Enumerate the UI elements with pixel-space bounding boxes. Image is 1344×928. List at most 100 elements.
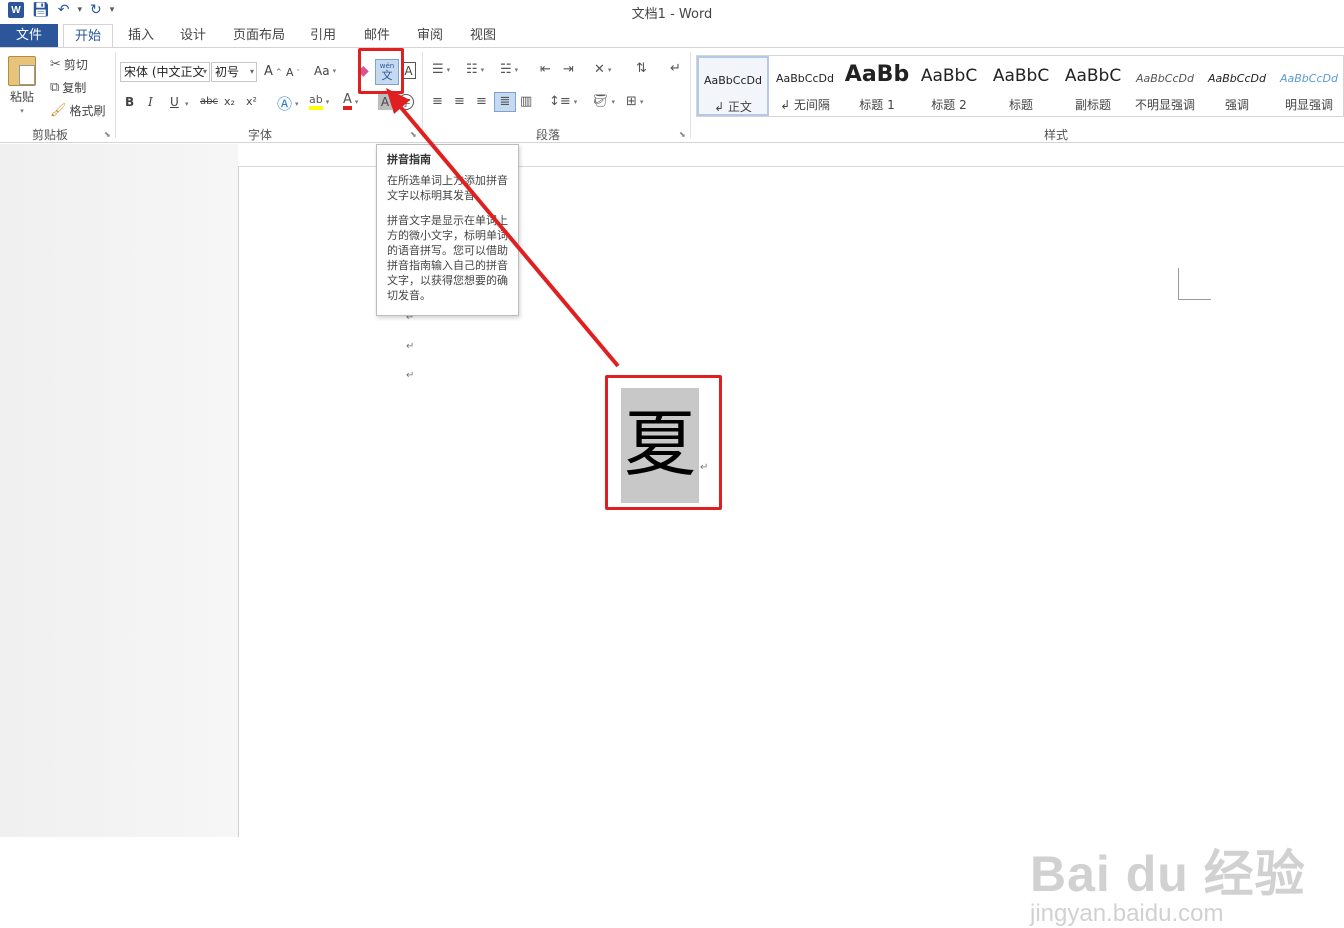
style-sample: AaBbCcDd	[776, 72, 834, 85]
tab-file[interactable]: 文件	[0, 24, 58, 48]
page-margin-marker	[1178, 268, 1211, 300]
cut-label: 剪切	[63, 58, 88, 72]
style-subtle-emphasis[interactable]: AaBbCcDd 不明显强调	[1129, 56, 1201, 116]
tab-page-layout[interactable]: 页面布局	[225, 24, 293, 48]
group-label-font: 字体	[247, 128, 272, 142]
tab-review[interactable]: 审阅	[407, 24, 453, 48]
styles-gallery: AaBbCcDd ↲ 正文 AaBbCcDd ↲ 无间隔 AaBb 标题 1 A…	[696, 55, 1344, 117]
style-normal[interactable]: AaBbCcDd ↲ 正文	[697, 56, 769, 116]
change-case-dropdown-icon: ▾	[332, 67, 337, 75]
tooltip-detail: 拼音文字是显示在单词上方的微小文字，标明单词的语音拼写。您可以借助拼音指南输入自…	[387, 214, 508, 302]
font-name-combo[interactable]: 宋体 (中文正文 ▾	[120, 62, 210, 82]
paste-dropdown-icon: ▾	[20, 107, 24, 115]
font-color-button[interactable]: A ▾	[343, 93, 358, 110]
borders-button[interactable]: ⊞ ▾	[626, 95, 643, 109]
multilevel-list-icon: ☵	[500, 62, 512, 77]
tab-home[interactable]: 开始	[63, 24, 113, 48]
paragraph-launcher-icon[interactable]: ⬊	[679, 130, 686, 139]
shrink-font-icon[interactable]: Aˇ	[286, 66, 300, 79]
style-sample: AaBbCcDd	[704, 74, 762, 87]
superscript-button[interactable]: x²	[246, 95, 257, 108]
copy-label: 复制	[62, 81, 87, 95]
decrease-indent-icon[interactable]: ⇤	[540, 63, 551, 77]
align-center-icon[interactable]: ≡	[454, 95, 465, 109]
style-name: 强调	[1224, 98, 1249, 112]
numbering-button[interactable]: ☷ ▾	[466, 63, 484, 77]
ribbon-tabs: 文件 开始 插入 设计 页面布局 引用 邮件 审阅 视图	[0, 22, 1344, 48]
grow-font-icon[interactable]: A ^	[264, 64, 282, 79]
line-spacing-button[interactable]: ↕≡ ▾	[549, 95, 577, 109]
style-sample: AaBbC	[992, 66, 1050, 86]
subscript-button[interactable]: x₂	[224, 95, 235, 108]
show-hide-marks-icon[interactable]: ↵	[670, 62, 681, 76]
style-heading-1[interactable]: AaBb 标题 1	[841, 56, 913, 116]
paragraph-mark: ↵	[406, 370, 415, 381]
tab-insert[interactable]: 插入	[118, 24, 164, 48]
enclose-characters-icon[interactable]: 字	[398, 94, 414, 110]
justify-icon[interactable]: ≣	[494, 92, 516, 112]
shading-button[interactable]: 🪣︎ ▾	[592, 95, 615, 109]
font-color-dropdown-icon: ▾	[354, 97, 359, 106]
style-emphasis[interactable]: AaBbCcDd 强调	[1201, 56, 1273, 116]
numbering-icon: ☷	[466, 62, 478, 77]
align-left-icon[interactable]: ≡	[432, 95, 443, 109]
style-intense-emphasis[interactable]: AaBbCcDd 明显强调	[1273, 56, 1344, 116]
underline-button[interactable]: U	[170, 95, 179, 109]
highlighter-icon: ab	[309, 93, 323, 110]
watermark-logo: Bai du 经验	[1030, 846, 1306, 902]
tab-design[interactable]: 设计	[170, 24, 216, 48]
style-name: 副标题	[1074, 98, 1111, 112]
group-separator	[422, 52, 423, 138]
document-title: 文档1 - Word	[631, 7, 713, 22]
tab-mailings[interactable]: 邮件	[354, 24, 400, 48]
style-subtitle[interactable]: AaBbC 副标题	[1057, 56, 1129, 116]
style-name: ↲ 无间隔	[780, 98, 830, 112]
title-bar: W 💾︎ ↶ ▾ ↻ ▾ 文档1 - Word	[0, 0, 1344, 22]
font-size-value: 初号	[215, 65, 240, 79]
style-title[interactable]: AaBbC 标题	[985, 56, 1057, 116]
chinese-layout-button[interactable]: ✕ ▾	[594, 63, 611, 77]
style-name: 不明显强调	[1134, 98, 1195, 112]
group-label-clipboard: 剪贴板	[31, 128, 68, 142]
font-size-dropdown-icon: ▾	[249, 67, 254, 76]
tab-view[interactable]: 视图	[460, 24, 506, 48]
clipboard-launcher-icon[interactable]: ⬊	[104, 130, 111, 139]
strikethrough-button[interactable]: abc	[200, 96, 218, 107]
paragraph-mark: ↵	[406, 341, 415, 352]
style-sample: AaBbC	[920, 66, 978, 86]
character-shading-icon[interactable]: A	[378, 94, 392, 110]
multilevel-list-button[interactable]: ☵ ▾	[500, 63, 518, 77]
increase-indent-icon[interactable]: ⇥	[563, 63, 574, 77]
font-size-combo[interactable]: 初号 ▾	[211, 62, 257, 82]
highlight-color-button[interactable]: ab ▾	[309, 93, 329, 110]
underline-dropdown-icon[interactable]: ▾	[185, 100, 189, 108]
paste-button[interactable]: 粘贴 ▾	[8, 56, 36, 115]
group-label-paragraph: 段落	[535, 128, 560, 142]
font-launcher-icon[interactable]: ⬊	[410, 130, 417, 139]
bullets-button[interactable]: ☰ ▾	[432, 63, 450, 77]
group-label-styles: 样式	[1043, 128, 1068, 142]
highlight-dropdown-icon: ▾	[325, 97, 330, 106]
italic-button[interactable]: I	[148, 95, 153, 109]
cut-button[interactable]: ✂ 剪切	[50, 56, 88, 73]
bold-button[interactable]: B	[125, 95, 134, 109]
align-right-icon[interactable]: ≡	[476, 95, 487, 109]
paste-label: 粘贴	[9, 90, 34, 104]
phonetic-guide-tooltip: 拼音指南 在所选单词上方添加拼音文字以标明其发音。 拼音文字是显示在单词上方的微…	[376, 144, 519, 316]
font-name-value: 宋体 (中文正文	[124, 65, 205, 79]
style-name: 标题	[1008, 98, 1033, 112]
tab-references[interactable]: 引用	[300, 24, 346, 48]
numbering-dropdown-icon: ▾	[480, 66, 485, 74]
style-heading-2[interactable]: AaBbC 标题 2	[913, 56, 985, 116]
copy-icon: ⧉	[50, 79, 60, 95]
sort-icon[interactable]: ⇅	[636, 62, 647, 76]
copy-button[interactable]: ⧉ 复制	[50, 79, 86, 96]
change-case-button[interactable]: Aa ▾	[314, 64, 336, 78]
text-effects-icon[interactable]: Ⓐ ▾	[277, 93, 299, 114]
style-no-spacing[interactable]: AaBbCcDd ↲ 无间隔	[769, 56, 841, 116]
style-name: 标题 2	[931, 98, 967, 112]
style-sample: AaBbCcDd	[1136, 72, 1194, 85]
distributed-icon[interactable]: ▥	[520, 95, 532, 109]
style-sample: AaBbCcDd	[1208, 72, 1266, 85]
format-painter-button[interactable]: 🖌︎ 格式刷	[50, 102, 106, 119]
